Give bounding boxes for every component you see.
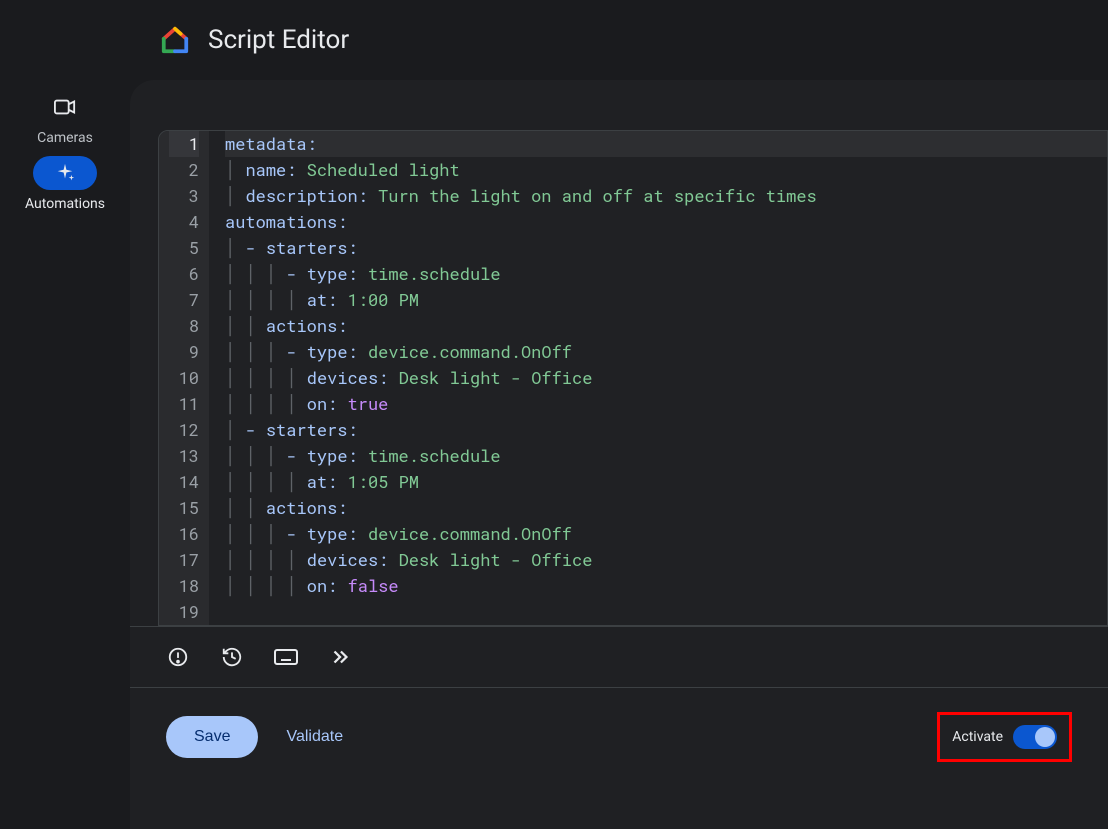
google-home-logo-icon	[160, 25, 190, 55]
code-editor[interactable]: 12345678910111213141516171819 metadata:│…	[158, 130, 1108, 626]
code-line[interactable]: automations:	[225, 209, 1107, 235]
code-line[interactable]: │ │ │ │ at: 1:00 PM	[225, 287, 1107, 313]
history-button[interactable]	[220, 645, 244, 669]
code-line[interactable]: │ │ │ │ at: 1:05 PM	[225, 469, 1107, 495]
chevron-double-right-icon	[329, 646, 351, 668]
footer: Save Validate Activate	[130, 687, 1108, 786]
validate-button[interactable]: Validate	[286, 728, 343, 746]
code-line[interactable]: │ │ │ │ devices: Desk light - Office	[225, 365, 1107, 391]
sidebar-item-cameras[interactable]: Cameras	[33, 90, 97, 146]
sidebar-item-automations[interactable]: Automations	[25, 156, 105, 212]
code-line[interactable]: │ description: Turn the light on and off…	[225, 183, 1107, 209]
sidebar: Cameras Automations	[0, 0, 130, 829]
page-title: Script Editor	[208, 25, 349, 55]
editor-toolbar	[130, 626, 1108, 687]
code-line[interactable]: metadata:	[225, 131, 1107, 157]
history-icon	[221, 646, 243, 668]
code-area[interactable]: metadata:│ name: Scheduled light│ descri…	[209, 131, 1107, 625]
code-line[interactable]: │ - starters:	[225, 235, 1107, 261]
code-line[interactable]: │ │ │ │ on: false	[225, 573, 1107, 599]
code-line[interactable]: │ │ │ │ devices: Desk light - Office	[225, 547, 1107, 573]
sidebar-item-label: Automations	[25, 196, 105, 212]
activate-toggle[interactable]	[1013, 725, 1057, 749]
keyboard-icon	[274, 648, 298, 666]
code-line[interactable]: │ │ actions:	[225, 313, 1107, 339]
topbar: Script Editor	[130, 0, 1108, 80]
code-line[interactable]	[225, 599, 1107, 625]
code-line[interactable]: │ - starters:	[225, 417, 1107, 443]
sidebar-item-label: Cameras	[37, 130, 93, 146]
sparkle-icon	[54, 162, 76, 184]
keyboard-button[interactable]	[274, 645, 298, 669]
expand-button[interactable]	[328, 645, 352, 669]
line-gutter: 12345678910111213141516171819	[159, 131, 209, 625]
activate-label: Activate	[952, 729, 1003, 745]
code-line[interactable]: │ │ │ - type: time.schedule	[225, 261, 1107, 287]
code-line[interactable]: │ │ │ - type: device.command.OnOff	[225, 339, 1107, 365]
code-line[interactable]: │ │ │ - type: time.schedule	[225, 443, 1107, 469]
errors-button[interactable]	[166, 645, 190, 669]
code-line[interactable]: │ │ actions:	[225, 495, 1107, 521]
save-button[interactable]: Save	[166, 716, 258, 758]
camera-icon	[54, 99, 76, 115]
activate-highlight: Activate	[937, 712, 1072, 762]
code-line[interactable]: │ │ │ │ on: true	[225, 391, 1107, 417]
code-line[interactable]: │ │ │ - type: device.command.OnOff	[225, 521, 1107, 547]
error-icon	[167, 646, 189, 668]
code-line[interactable]: │ name: Scheduled light	[225, 157, 1107, 183]
